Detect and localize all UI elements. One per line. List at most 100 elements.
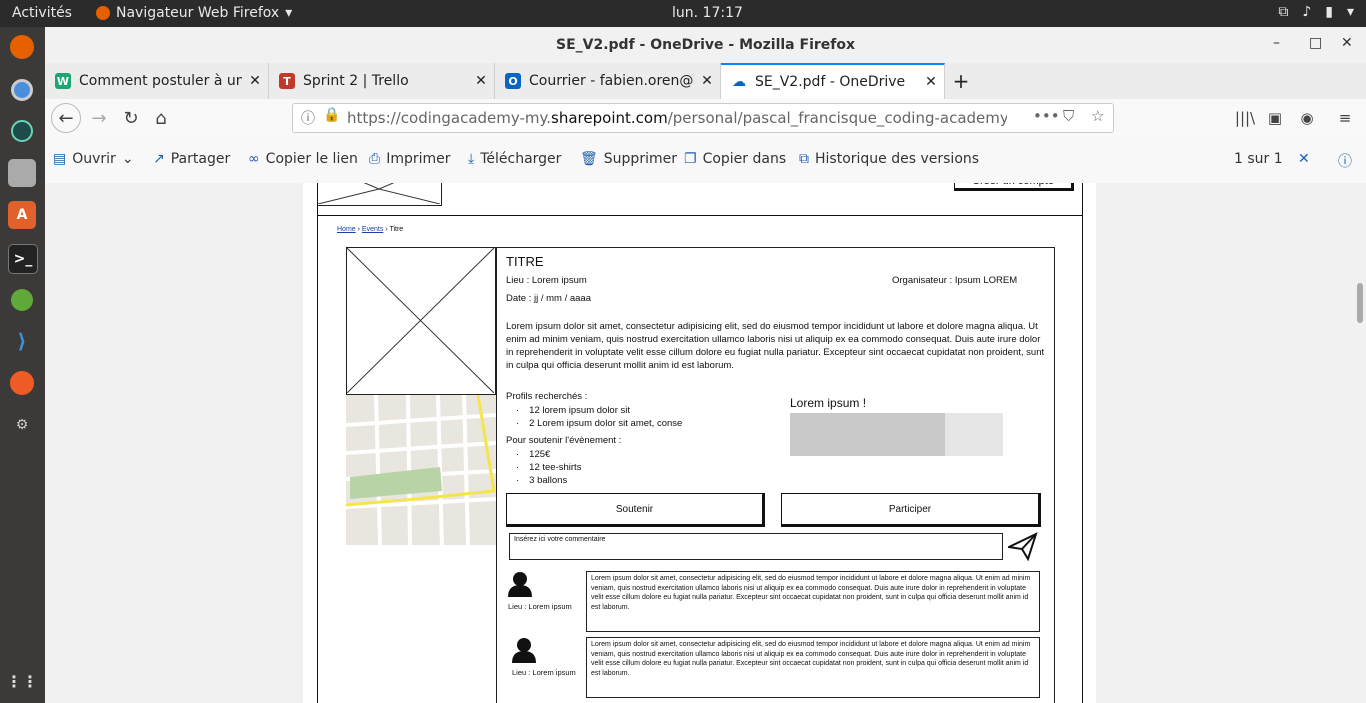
vscode-dock-icon[interactable]: ⟩ bbox=[8, 327, 36, 355]
breadcrumb-events[interactable]: Events bbox=[362, 226, 383, 233]
app-menu[interactable]: Navigateur Web Firefox ▾ bbox=[96, 5, 292, 21]
page-left-border bbox=[317, 183, 318, 703]
close-icon[interactable]: ✕ bbox=[1341, 35, 1353, 51]
version-history-button[interactable]: ⧉ Historique des versions bbox=[799, 151, 979, 167]
tab-job[interactable]: W Comment postuler à un j ✕ bbox=[45, 63, 269, 99]
breadcrumb-current: Titre bbox=[389, 226, 404, 233]
close-icon[interactable]: ✕ bbox=[694, 73, 720, 89]
page-right-border bbox=[1082, 183, 1083, 703]
event-location: Lieu : Lorem ipsum bbox=[506, 275, 587, 286]
close-icon[interactable]: ✕ bbox=[242, 73, 268, 89]
library-icon[interactable]: |||\ bbox=[1231, 105, 1259, 131]
list-item: 125€ bbox=[516, 448, 581, 461]
download-button[interactable]: ⤓ Télécharger bbox=[468, 151, 561, 167]
comment-box: Lorem ipsum dolor sit amet, consectetur … bbox=[586, 637, 1040, 698]
new-tab-button[interactable]: + bbox=[945, 63, 977, 99]
comment-placeholder: Insérez ici votre commentaire bbox=[514, 536, 606, 543]
print-button[interactable]: ⎙ Imprimer bbox=[369, 151, 451, 167]
lock-icon: 🔒 bbox=[323, 107, 341, 123]
onedrive-toolbar: ▤ Ouvrir ⌄ ↗ Partager ∞ Copier le lien ⎙ Impr… bbox=[45, 137, 1366, 184]
link-icon: ∞ bbox=[248, 151, 260, 167]
tab-trello[interactable]: T Sprint 2 | Trello ✕ bbox=[269, 63, 495, 99]
page-actions-icon[interactable]: ••• bbox=[1033, 107, 1060, 125]
user-avatar-icon bbox=[512, 638, 536, 663]
event-map[interactable] bbox=[346, 395, 496, 545]
bookmark-star-icon[interactable]: ☆ bbox=[1091, 107, 1104, 125]
pocket-icon[interactable]: ⛉ bbox=[1063, 107, 1074, 125]
create-account-button[interactable]: Créer un compte bbox=[954, 183, 1074, 191]
share-button[interactable]: ↗ Partager bbox=[153, 151, 230, 167]
progress-bar bbox=[790, 413, 1003, 456]
event-description: Lorem ipsum dolor sit amet, consectetur … bbox=[506, 321, 1045, 371]
forward-button[interactable]: → bbox=[85, 105, 113, 131]
tab-mail[interactable]: O Courrier - fabien.oren@c ✕ bbox=[495, 63, 721, 99]
clock[interactable]: lun. 17:17 bbox=[672, 5, 743, 21]
list-item: 12 tee-shirts bbox=[516, 461, 581, 474]
comment-input[interactable]: Insérez ici votre commentaire bbox=[509, 533, 1003, 560]
trash-icon: 🗑 bbox=[580, 151, 598, 167]
minimize-icon[interactable]: – bbox=[1273, 35, 1280, 51]
tab-favicon: W bbox=[55, 73, 71, 89]
app-dock-icon[interactable] bbox=[8, 286, 36, 314]
participate-button[interactable]: Participer bbox=[781, 493, 1041, 527]
files-dock-icon[interactable] bbox=[8, 159, 36, 187]
app-dock-icon-2[interactable]: ⚙ bbox=[8, 411, 36, 439]
tab-onedrive[interactable]: ☁ SE_V2.pdf - OneDrive ✕ bbox=[721, 63, 945, 99]
progress-label: Lorem ipsum ! bbox=[790, 396, 867, 410]
gitkraken-dock-icon[interactable] bbox=[8, 117, 36, 145]
activities-button[interactable]: Activités bbox=[12, 5, 72, 21]
copy-link-button[interactable]: ∞ Copier le lien bbox=[248, 151, 358, 167]
scrollbar-thumb[interactable] bbox=[1357, 283, 1363, 323]
menu-icon[interactable]: ≡ bbox=[1331, 105, 1359, 131]
list-item: 3 ballons bbox=[516, 474, 581, 487]
pdf-viewer[interactable]: Créer un compte Home › Events › Titre bbox=[45, 183, 1354, 703]
comment-author: Lieu : Lorem ipsum bbox=[508, 602, 572, 611]
list-item: 2 Lorem ipsum dolor sit amet, conse bbox=[516, 417, 682, 430]
sidebar-icon[interactable]: ▣ bbox=[1261, 105, 1289, 131]
window-title: SE_V2.pdf - OneDrive - Mozilla Firefox bbox=[555, 37, 856, 53]
reload-button[interactable]: ↻ bbox=[117, 105, 145, 131]
comment-author: Lieu : Lorem ipsum bbox=[512, 668, 576, 677]
map-graphic bbox=[346, 395, 496, 545]
close-viewer-icon[interactable]: ✕ bbox=[1298, 151, 1310, 167]
info-icon[interactable]: ⓘ bbox=[301, 108, 315, 128]
dock: A >_ ⟩ ⚙ ⋮⋮ bbox=[0, 27, 45, 703]
postman-dock-icon[interactable] bbox=[8, 369, 36, 397]
cloud-icon: ☁ bbox=[732, 74, 746, 90]
event-image-placeholder bbox=[346, 247, 496, 395]
terminal-dock-icon[interactable]: >_ bbox=[8, 244, 38, 274]
copy-to-button[interactable]: ❐ Copier dans bbox=[684, 151, 786, 167]
image-placeholder-icon bbox=[318, 183, 440, 204]
system-tray[interactable]: ⧉ ♪ ▮ ▾ bbox=[1278, 4, 1354, 20]
vertical-scrollbar[interactable] bbox=[1354, 183, 1366, 703]
back-button[interactable]: ← bbox=[51, 103, 81, 133]
delete-button[interactable]: 🗑 Supprimer bbox=[580, 151, 677, 167]
home-button[interactable]: ⌂ bbox=[147, 105, 175, 131]
account-icon[interactable]: ◉ bbox=[1293, 105, 1321, 131]
chevron-down-icon: ▾ bbox=[285, 5, 293, 21]
chevron-down-icon: ▾ bbox=[1346, 4, 1354, 20]
show-apps-icon[interactable]: ⋮⋮ bbox=[6, 667, 38, 695]
close-icon[interactable]: ✕ bbox=[918, 74, 944, 90]
comment-text: Lorem ipsum dolor sit amet, consectetur … bbox=[591, 641, 1031, 677]
firefox-dock-icon[interactable] bbox=[8, 33, 36, 61]
maximize-icon[interactable]: □ bbox=[1309, 35, 1322, 51]
close-icon[interactable]: ✕ bbox=[468, 73, 494, 89]
share-icon: ↗ bbox=[153, 151, 165, 167]
download-icon: ⤓ bbox=[468, 151, 475, 167]
url-bar[interactable]: ⓘ 🔒 https://codingacademy-my.sharepoint.… bbox=[292, 103, 1114, 133]
info-icon[interactable]: ⓘ bbox=[1338, 151, 1352, 171]
progress-fill bbox=[790, 413, 946, 456]
pdf-page: Créer un compte Home › Events › Titre bbox=[303, 183, 1096, 703]
breadcrumb-home[interactable]: Home bbox=[337, 226, 356, 233]
user-avatar-icon bbox=[508, 572, 532, 597]
support-heading: Pour soutenir l'évènement : bbox=[506, 435, 622, 446]
send-icon[interactable] bbox=[1008, 531, 1038, 561]
support-button[interactable]: Soutenir bbox=[506, 493, 765, 527]
image-placeholder-icon bbox=[347, 248, 494, 393]
url-text[interactable]: https://codingacademy-my.sharepoint.com/… bbox=[347, 109, 1007, 127]
navigation-toolbar: ← → ↻ ⌂ ⓘ 🔒 https://codingacademy-my.sha… bbox=[45, 99, 1366, 138]
open-button[interactable]: ▤ Ouvrir ⌄ bbox=[53, 151, 134, 167]
software-dock-icon[interactable]: A bbox=[8, 201, 36, 229]
chromium-dock-icon[interactable] bbox=[8, 76, 36, 104]
